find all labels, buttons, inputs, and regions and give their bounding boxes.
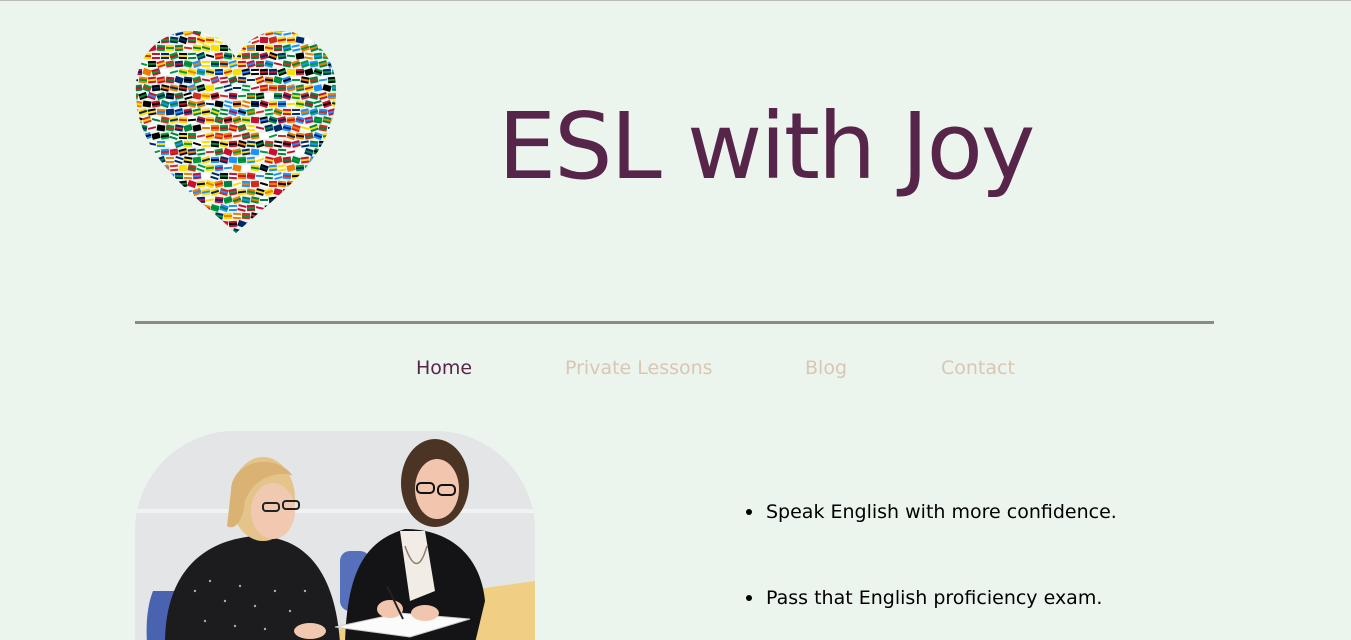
nav-item-blog[interactable]: Blog — [805, 353, 847, 383]
main-nav: Home Private Lessons Blog Contact — [0, 353, 1351, 383]
benefit-item: Pass that English proficiency exam. — [746, 583, 1117, 613]
benefit-text: Speak English with more confidence. — [766, 501, 1117, 523]
flag-heart-logo[interactable] — [134, 29, 338, 235]
nav-item-home[interactable]: Home — [416, 353, 472, 383]
nav-item-contact[interactable]: Contact — [941, 353, 1015, 383]
flag-heart-icon — [135, 31, 337, 233]
bullet-icon — [746, 595, 752, 601]
site-title[interactable]: ESL with Joy — [498, 87, 1035, 207]
page: ESL with Joy Home Private Lessons Blog C… — [0, 0, 1351, 640]
header-divider — [135, 321, 1214, 324]
tutoring-photo — [135, 431, 535, 640]
benefit-text: Pass that English proficiency exam. — [766, 587, 1103, 609]
benefit-item: Speak English with more confidence. — [746, 497, 1117, 527]
benefits-list: Speak English with more confidence. Pass… — [746, 497, 1117, 640]
nav-item-private-lessons[interactable]: Private Lessons — [565, 353, 713, 383]
bullet-icon — [746, 509, 752, 515]
